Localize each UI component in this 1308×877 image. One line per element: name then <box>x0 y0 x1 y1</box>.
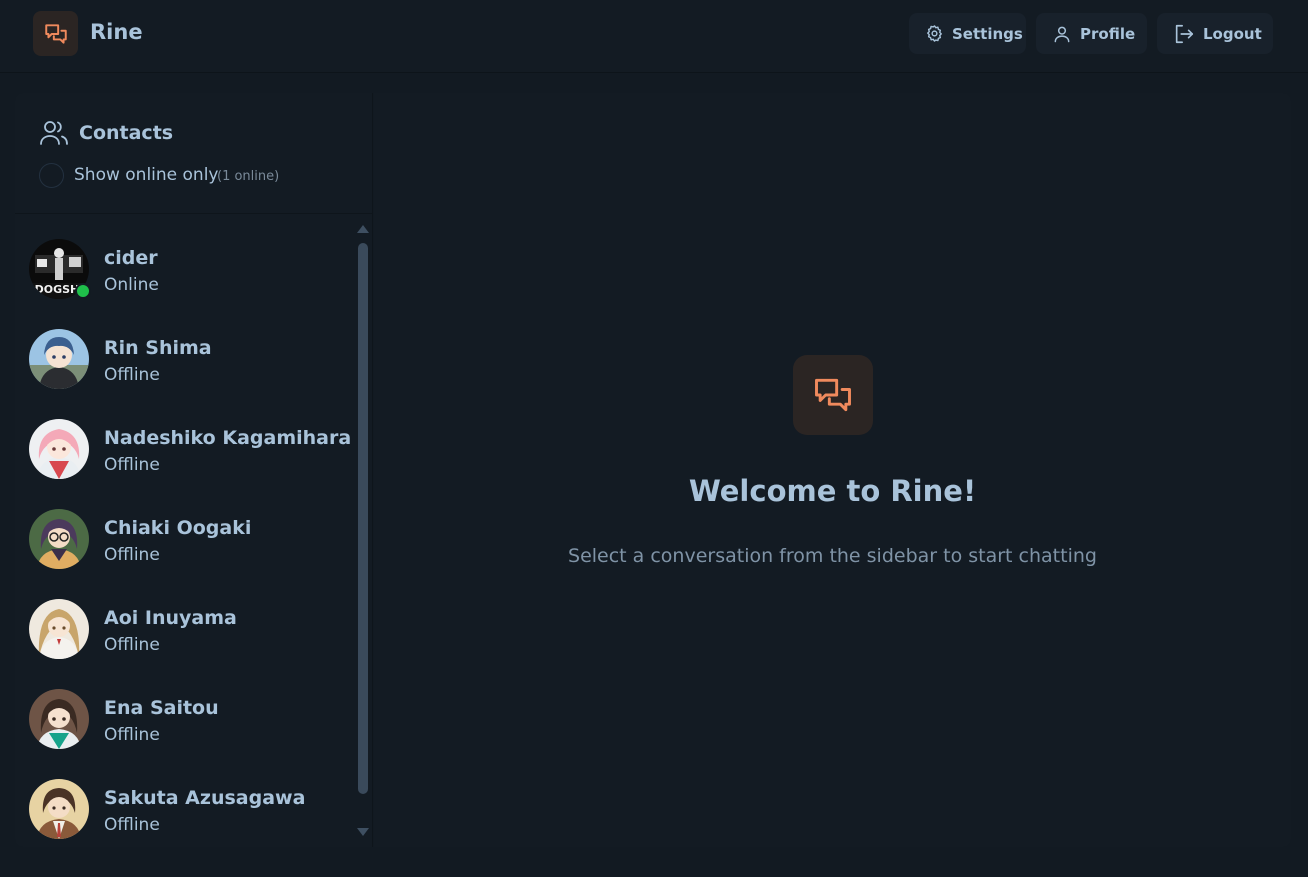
profile-label: Profile <box>1080 24 1136 43</box>
gear-icon <box>927 25 942 42</box>
logout-label: Logout <box>1203 24 1262 43</box>
contact-item[interactable]: Chiaki Oogaki Offline <box>15 481 355 571</box>
contact-status: Offline <box>104 635 160 655</box>
avatar <box>29 419 89 479</box>
contact-status: Offline <box>104 815 160 835</box>
scroll-down-arrow[interactable] <box>356 826 370 838</box>
user-icon <box>1054 26 1070 42</box>
contact-item[interactable]: Nadeshiko Kagamihara Offline <box>15 391 355 481</box>
contact-name: cider <box>104 247 158 269</box>
online-only-label[interactable]: Show online only <box>74 165 219 185</box>
chat-main-panel: Welcome to Rine! Select a conversation f… <box>374 93 1291 847</box>
contact-name: Nadeshiko Kagamihara <box>104 427 352 449</box>
contact-item[interactable]: Rin Shima Offline <box>15 301 355 391</box>
avatar <box>29 599 89 659</box>
contact-name: Ena Saitou <box>104 697 219 719</box>
contact-list: DOGSHI cider Online Rin Shima Offline Na… <box>15 215 355 847</box>
chat-bubbles-icon <box>44 23 67 44</box>
contact-status: Offline <box>104 455 160 475</box>
triangle-up-icon <box>357 225 369 233</box>
welcome-logo <box>793 355 873 435</box>
scrollbar-thumb[interactable] <box>358 243 368 794</box>
contact-item[interactable]: Ena Saitou Offline <box>15 661 355 751</box>
welcome-subtitle: Select a conversation from the sidebar t… <box>568 545 1097 567</box>
profile-button[interactable]: Profile <box>1036 13 1147 54</box>
chat-bubbles-icon <box>815 378 851 412</box>
contact-status: Offline <box>104 725 160 745</box>
contacts-sidebar: Contacts Show online only (1 online) DOG… <box>15 93 373 847</box>
scroll-up-arrow[interactable] <box>356 223 370 235</box>
contacts-header: Contacts Show online only (1 online) <box>15 93 373 214</box>
contact-name: Sakuta Azusagawa <box>104 787 306 809</box>
app-logo[interactable] <box>33 11 78 56</box>
contact-item[interactable]: DOGSHI cider Online <box>15 215 355 301</box>
triangle-down-icon <box>357 828 369 836</box>
avatar <box>29 329 89 389</box>
online-only-checkbox[interactable] <box>39 163 64 188</box>
contact-name: Chiaki Oogaki <box>104 517 252 539</box>
contact-status: Offline <box>104 545 160 565</box>
app-name: Rine <box>90 20 143 44</box>
contact-status: Online <box>104 275 159 295</box>
online-status-dot <box>75 283 91 299</box>
avatar <box>29 779 89 839</box>
contact-name: Aoi Inuyama <box>104 607 237 629</box>
contact-status: Offline <box>104 365 160 385</box>
avatar <box>29 689 89 749</box>
logout-button[interactable]: Logout <box>1157 13 1273 54</box>
settings-label: Settings <box>952 24 1023 43</box>
logout-icon <box>1175 24 1194 43</box>
contact-item[interactable]: Aoi Inuyama Offline <box>15 571 355 661</box>
contacts-title: Contacts <box>79 122 174 144</box>
top-header: Rine Settings Profile Logout <box>0 0 1308 73</box>
online-count: (1 online) <box>217 169 280 184</box>
settings-button[interactable]: Settings <box>909 13 1026 54</box>
users-icon <box>40 121 68 145</box>
contact-item[interactable]: Sakuta Azusagawa Offline <box>15 751 355 841</box>
contact-name: Rin Shima <box>104 337 212 359</box>
avatar <box>29 509 89 569</box>
welcome-title: Welcome to Rine! <box>688 474 977 508</box>
